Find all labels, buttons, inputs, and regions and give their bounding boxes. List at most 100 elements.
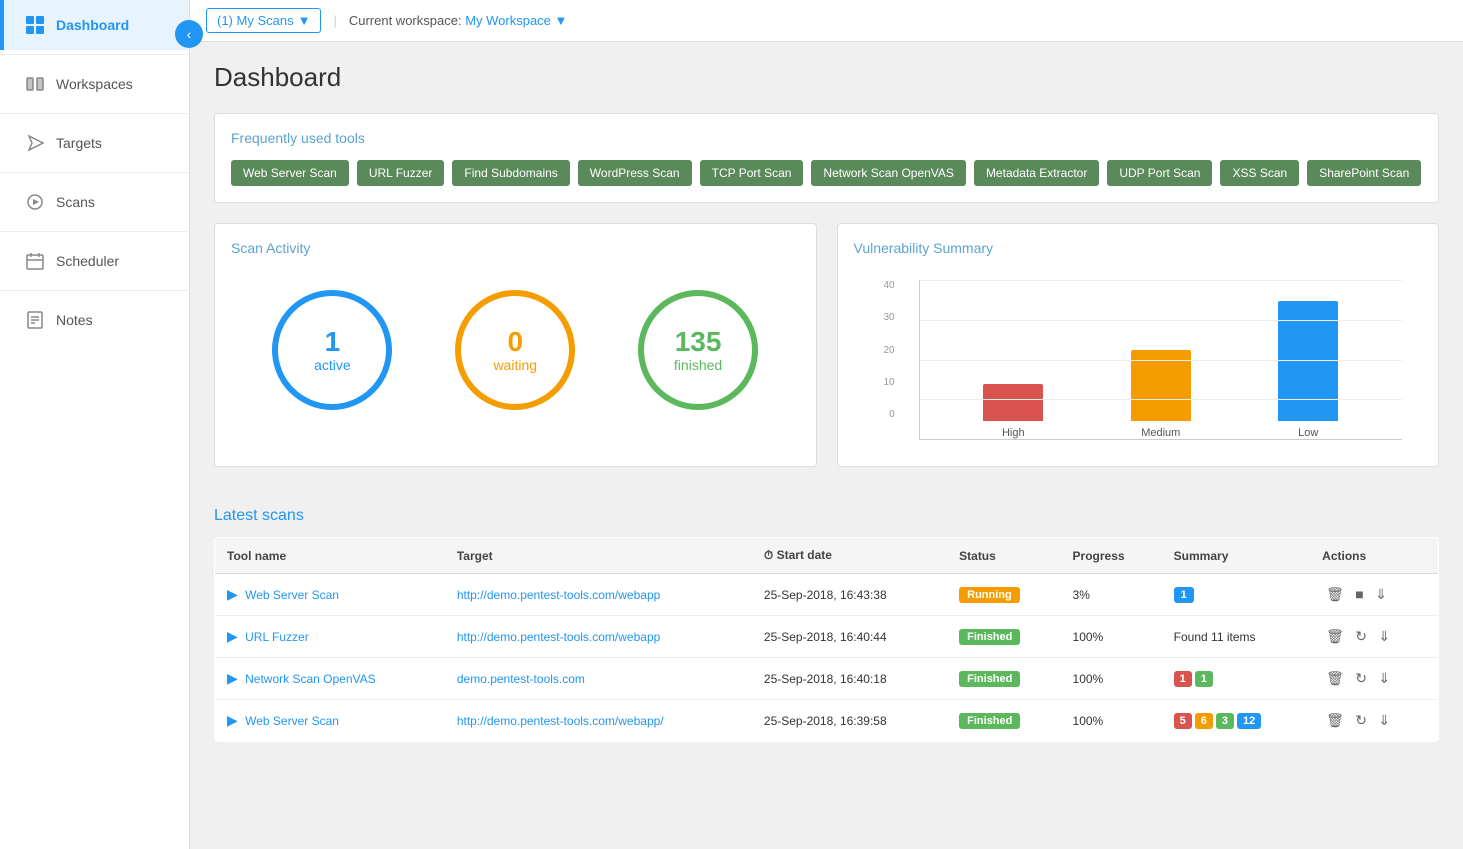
topbar-separator: | [333, 13, 336, 28]
table-row: ▶ URL Fuzzer http://demo.pentest-tools.c… [215, 616, 1439, 658]
row4-download-button[interactable]: ⇓ [1374, 710, 1394, 731]
row3-summary: 1 1 [1162, 658, 1311, 700]
sidebar-collapse-button[interactable]: ‹ [175, 20, 203, 48]
play-icon: ▶ [227, 712, 238, 728]
table-row: ▶ Web Server Scan http://demo.pentest-to… [215, 700, 1439, 742]
sidebar-item-scans[interactable]: Scans [0, 177, 189, 227]
sidebar: ‹ Dashboard Workspaces [0, 0, 190, 849]
row3-rerun-button[interactable]: ↻ [1351, 668, 1371, 689]
row1-progress: 3% [1061, 574, 1162, 616]
tool-url-fuzzer[interactable]: URL Fuzzer [357, 160, 445, 186]
row3-download-button[interactable]: ⇓ [1374, 668, 1394, 689]
col-target: Target [445, 538, 752, 574]
row2-rerun-button[interactable]: ↻ [1351, 626, 1371, 647]
row2-tool-link[interactable]: URL Fuzzer [245, 630, 309, 644]
scans-icon [24, 191, 46, 213]
active-circle: 1 active [272, 290, 392, 410]
divider-5 [0, 290, 189, 291]
row1-target-link[interactable]: http://demo.pentest-tools.com/webapp [457, 588, 660, 602]
y-label-10: 10 [884, 377, 895, 388]
col-actions: Actions [1310, 538, 1438, 574]
row4-summary-badges: 5 6 3 12 [1174, 713, 1299, 729]
divider-2 [0, 113, 189, 114]
row2-delete-button[interactable]: 🗑 [1322, 626, 1348, 647]
gridline-30 [920, 320, 1403, 321]
row4-progress: 100% [1061, 700, 1162, 742]
row2-date: 25-Sep-2018, 16:40:44 [752, 616, 947, 658]
page-title: Dashboard [214, 62, 1439, 93]
row4-badge-orange: 6 [1195, 713, 1213, 729]
sidebar-item-workspaces[interactable]: Workspaces [0, 59, 189, 109]
topbar: (1) My Scans ▼ | Current workspace: My W… [190, 0, 1463, 42]
row1-delete-button[interactable]: 🗑 [1322, 584, 1348, 605]
tool-metadata-extractor[interactable]: Metadata Extractor [974, 160, 1099, 186]
tool-xss-scan[interactable]: XSS Scan [1220, 160, 1299, 186]
bar-medium: Medium [1131, 350, 1191, 439]
row1-status: Running [947, 574, 1060, 616]
scans-table-header: Tool name Target ⏱ Start date Status Pro… [215, 538, 1439, 574]
row4-date: 25-Sep-2018, 16:39:58 [752, 700, 947, 742]
scans-table: Tool name Target ⏱ Start date Status Pro… [214, 537, 1439, 742]
workspaces-icon [24, 73, 46, 95]
row3-progress: 100% [1061, 658, 1162, 700]
col-tool-name: Tool name [215, 538, 445, 574]
y-label-30: 30 [884, 312, 895, 323]
row3-actions: 🗑 ↻ ⇓ [1310, 658, 1438, 700]
row3-badge-green: 1 [1195, 671, 1213, 687]
my-scans-button[interactable]: (1) My Scans ▼ [206, 8, 321, 33]
row2-progress: 100% [1061, 616, 1162, 658]
active-count: 1 [325, 327, 341, 358]
sidebar-item-scheduler[interactable]: Scheduler [0, 236, 189, 286]
row4-delete-button[interactable]: 🗑 [1322, 710, 1348, 731]
bar-low: Low [1278, 301, 1338, 439]
activity-circles: 1 active 0 waiting 135 finished [231, 270, 800, 430]
row2-download-button[interactable]: ⇓ [1374, 626, 1394, 647]
row3-delete-button[interactable]: 🗑 [1322, 668, 1348, 689]
divider-4 [0, 231, 189, 232]
sidebar-item-notes[interactable]: Notes [0, 295, 189, 345]
clock-icon: ⏱ [764, 548, 773, 562]
play-icon: ▶ [227, 586, 238, 602]
row3-tool-link[interactable]: Network Scan OpenVAS [245, 672, 376, 686]
active-circle-item: 1 active [272, 290, 392, 410]
scans-table-body: ▶ Web Server Scan http://demo.pentest-to… [215, 574, 1439, 742]
workspace-label: Current workspace: [349, 13, 462, 28]
sidebar-item-label-notes: Notes [56, 312, 93, 328]
tool-sharepoint-scan[interactable]: SharePoint Scan [1307, 160, 1421, 186]
content-area: Dashboard Frequently used tools Web Serv… [190, 42, 1463, 849]
row4-badge-red: 5 [1174, 713, 1192, 729]
row2-tool: ▶ URL Fuzzer [215, 616, 445, 658]
row2-summary: Found 11 items [1162, 616, 1311, 658]
row1-stop-button[interactable]: ■ [1351, 584, 1367, 604]
vulnerability-chart-area: 40 30 20 10 0 [854, 270, 1423, 450]
row1-tool-link[interactable]: Web Server Scan [245, 588, 339, 602]
row1-date: 25-Sep-2018, 16:43:38 [752, 574, 947, 616]
row1-tool: ▶ Web Server Scan [215, 574, 445, 616]
row3-summary-badges: 1 1 [1174, 671, 1299, 687]
sidebar-item-dashboard[interactable]: Dashboard [0, 0, 189, 50]
tool-udp-port-scan[interactable]: UDP Port Scan [1107, 160, 1212, 186]
row3-tool: ▶ Network Scan OpenVAS [215, 658, 445, 700]
sidebar-item-label-scheduler: Scheduler [56, 253, 119, 269]
tool-find-subdomains[interactable]: Find Subdomains [452, 160, 569, 186]
row4-tool-link[interactable]: Web Server Scan [245, 714, 339, 728]
workspace-name[interactable]: My Workspace ▼ [465, 13, 567, 28]
tool-web-server-scan[interactable]: Web Server Scan [231, 160, 349, 186]
vulnerability-summary-card: Vulnerability Summary 40 30 20 10 0 [837, 223, 1440, 467]
tool-wordpress-scan[interactable]: WordPress Scan [578, 160, 692, 186]
row2-target-link[interactable]: http://demo.pentest-tools.com/webapp [457, 630, 660, 644]
row4-badge-blue: 12 [1237, 713, 1261, 729]
finished-circle: 135 finished [638, 290, 758, 410]
row3-target-link[interactable]: demo.pentest-tools.com [457, 672, 585, 686]
row4-target-link[interactable]: http://demo.pentest-tools.com/webapp/ [457, 714, 664, 728]
tool-network-scan-openvas[interactable]: Network Scan OpenVAS [811, 160, 966, 186]
table-row: ▶ Network Scan OpenVAS demo.pentest-tool… [215, 658, 1439, 700]
row1-download-button[interactable]: ⇓ [1371, 584, 1391, 605]
row4-status-badge: Finished [959, 713, 1020, 729]
row3-status: Finished [947, 658, 1060, 700]
row4-rerun-button[interactable]: ↻ [1351, 710, 1371, 731]
sidebar-item-targets[interactable]: Targets [0, 118, 189, 168]
row2-status-badge: Finished [959, 629, 1020, 645]
bar-medium-fill [1131, 350, 1191, 421]
tool-tcp-port-scan[interactable]: TCP Port Scan [700, 160, 804, 186]
